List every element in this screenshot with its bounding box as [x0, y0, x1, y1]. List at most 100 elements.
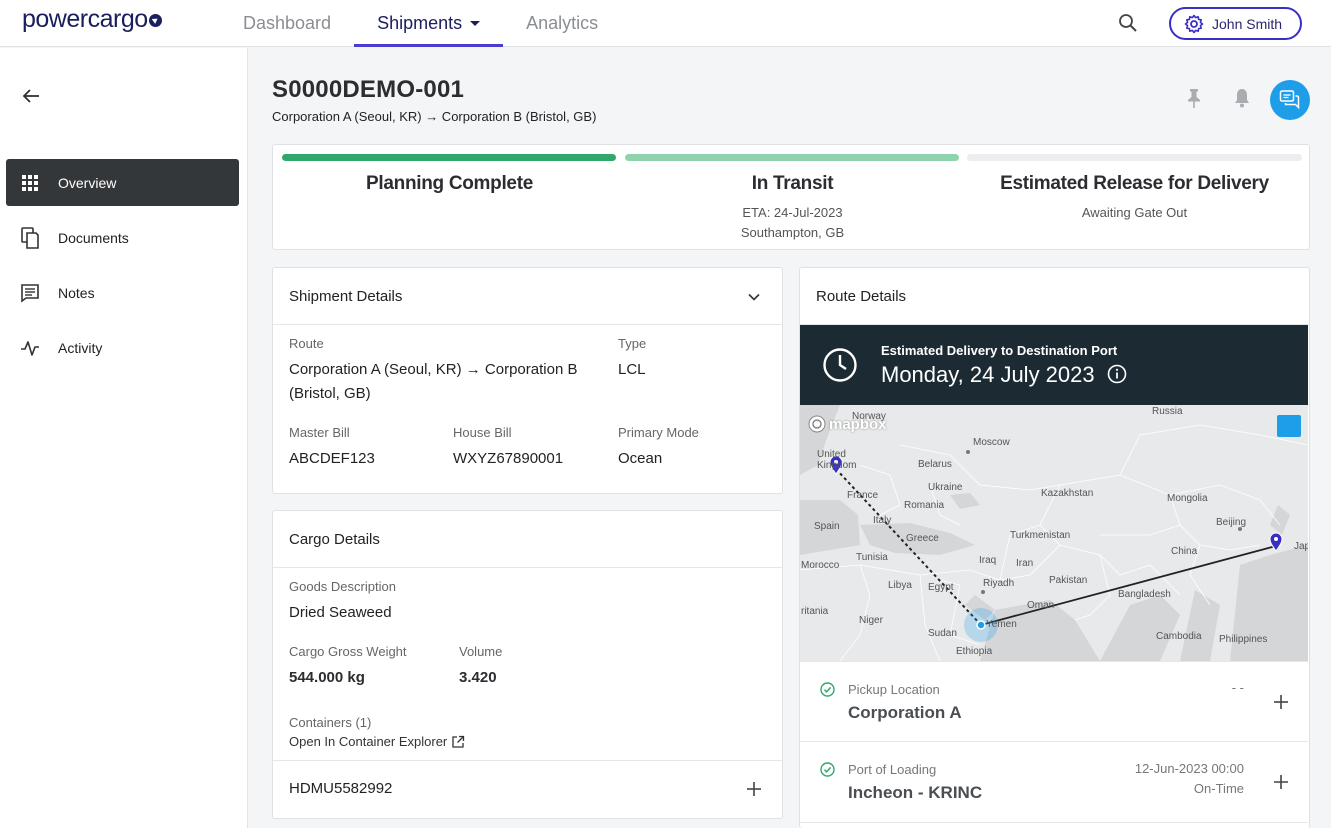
nav-analytics[interactable]: Analytics [503, 0, 621, 47]
type-label: Type [618, 336, 647, 351]
map-label: Spain [814, 521, 840, 532]
info-icon[interactable] [1107, 364, 1127, 384]
gear-icon [1184, 14, 1204, 33]
map-label: Pakistan [1049, 575, 1088, 586]
map-label: Libya [888, 580, 912, 591]
cargo-details-card: Cargo Details Goods Description Dried Se… [272, 510, 783, 819]
map-label: Philippines [1219, 634, 1268, 645]
goods-label: Goods Description [289, 579, 396, 594]
map-label: Greece [906, 533, 939, 544]
eta-date-text: Monday, 24 July 2023 [881, 362, 1095, 387]
stage-title: Estimated Release for Delivery [1000, 173, 1269, 194]
house-bill-value: WXYZ67890001 [453, 450, 564, 467]
sidebar-item-overview[interactable]: Overview [6, 159, 239, 206]
map-label: Jap [1294, 541, 1308, 552]
user-name: John Smith [1212, 15, 1283, 32]
house-bill-label: House Bill [453, 425, 512, 440]
primary-mode-value: Ocean [618, 450, 663, 467]
map-label: Morocco [801, 560, 840, 571]
map-label: Iraq [979, 555, 997, 566]
user-menu-button[interactable]: John Smith [1169, 7, 1302, 40]
shipment-details-card: Shipment Details Route Corporation A (Se… [272, 267, 783, 494]
map-label: Beijing [1216, 517, 1247, 528]
nav-label: Shipments [377, 13, 463, 33]
stage-status: Awaiting Gate Out [1081, 205, 1188, 220]
expand-plus-icon[interactable] [1273, 694, 1289, 710]
expand-plus-icon[interactable] [1273, 774, 1289, 790]
stage-location: Southampton, GB [740, 225, 845, 240]
stage-title: Planning Complete [366, 173, 533, 194]
container-id: HDMU5582992 [289, 780, 393, 797]
route-label: Route [289, 336, 324, 351]
expand-plus-icon[interactable] [746, 781, 762, 797]
map-label: Cambodia [1156, 631, 1202, 642]
chat-button[interactable] [1270, 80, 1310, 120]
nav-label: Dashboard [243, 13, 332, 33]
map-label: Tunisia [856, 552, 888, 563]
chevron-down-icon[interactable] [747, 290, 761, 304]
leg-date: - - [1231, 680, 1244, 695]
route-value: Corporation A (Seoul, KR) → Corporation … [289, 361, 578, 402]
map-label: Italy [873, 515, 892, 526]
notes-icon [19, 282, 41, 304]
map-label: Sudan [928, 628, 957, 639]
map-label: Romania [904, 500, 945, 511]
map-label: Russia [1152, 406, 1183, 417]
eta-date: Monday, 24 July 2023 [881, 362, 1127, 388]
nav-dashboard[interactable]: Dashboard [220, 0, 354, 47]
map-label: Moscow [973, 437, 1010, 448]
volume-value: 3.420 [459, 669, 497, 686]
card-title: Shipment Details [289, 288, 403, 305]
back-arrow-icon[interactable] [20, 85, 42, 107]
map-label: France [847, 490, 879, 501]
leg-label: Pickup Location [848, 682, 940, 697]
leg-label: Port of Loading [848, 762, 937, 777]
bell-icon[interactable] [1230, 86, 1254, 110]
shipment-route: Corporation A (Seoul, KR) → Corporation … [272, 109, 597, 124]
logo-mark-icon [148, 14, 162, 27]
sidebar-item-label: Notes [58, 284, 95, 301]
leg-status: On-Time [1193, 781, 1244, 796]
containers-label: Containers (1) [289, 715, 372, 730]
sidebar-item-label: Documents [58, 229, 129, 246]
divider [273, 324, 782, 325]
sidebar-item-notes[interactable]: Notes [6, 269, 239, 316]
weight-label: Cargo Gross Weight [289, 644, 407, 659]
pin-icon[interactable] [1182, 86, 1206, 110]
primary-mode-label: Primary Mode [618, 425, 699, 440]
powercargo-logo[interactable]: powercargo [22, 5, 162, 34]
nav-label: Analytics [526, 13, 599, 33]
clock-icon [823, 348, 857, 382]
sidebar-item-label: Activity [58, 339, 103, 356]
card-title: Route Details [816, 288, 907, 305]
container-explorer-link[interactable]: Open In Container Explorer [289, 734, 465, 749]
divider [273, 760, 782, 761]
grid-icon [19, 172, 41, 194]
nav-shipments[interactable]: Shipments [354, 0, 504, 47]
external-link-icon [452, 735, 465, 748]
map-control-button[interactable] [1277, 415, 1301, 437]
map-label: Mongolia [1167, 493, 1208, 504]
shipment-progress: Planning Complete In Transit ETA: 24-Jul… [272, 144, 1310, 250]
master-bill-value: ABCDEF123 [289, 450, 375, 467]
card-title: Cargo Details [289, 531, 380, 548]
map-label: Riyadh [983, 578, 1015, 589]
sidebar: Overview Documents Notes Activity [0, 48, 248, 828]
route-map[interactable]: mapbox Russia Norway Moscow United Kingd… [800, 405, 1308, 661]
search-icon[interactable] [1117, 12, 1139, 34]
progress-bar-release [967, 154, 1302, 161]
weight-value: 544.000 kg [289, 669, 365, 686]
sidebar-item-documents[interactable]: Documents [6, 214, 239, 261]
sidebar-item-activity[interactable]: Activity [6, 324, 239, 371]
shipment-id: S0000DEMO-001 [272, 76, 465, 103]
divider [273, 567, 782, 568]
goods-value: Dried Seaweed [289, 604, 392, 621]
map-label: Egypt [928, 582, 954, 593]
eta-label: Estimated Delivery to Destination Port [881, 343, 1118, 358]
map-label: Norway [852, 411, 886, 422]
stage-eta: ETA: 24-Jul-2023 [742, 205, 843, 220]
map-label: Turkmenistan [1010, 530, 1071, 541]
eta-banner: Estimated Delivery to Destination Port M… [800, 325, 1308, 405]
map-label: ritania [801, 606, 829, 617]
map-label: Oman [1027, 600, 1055, 611]
